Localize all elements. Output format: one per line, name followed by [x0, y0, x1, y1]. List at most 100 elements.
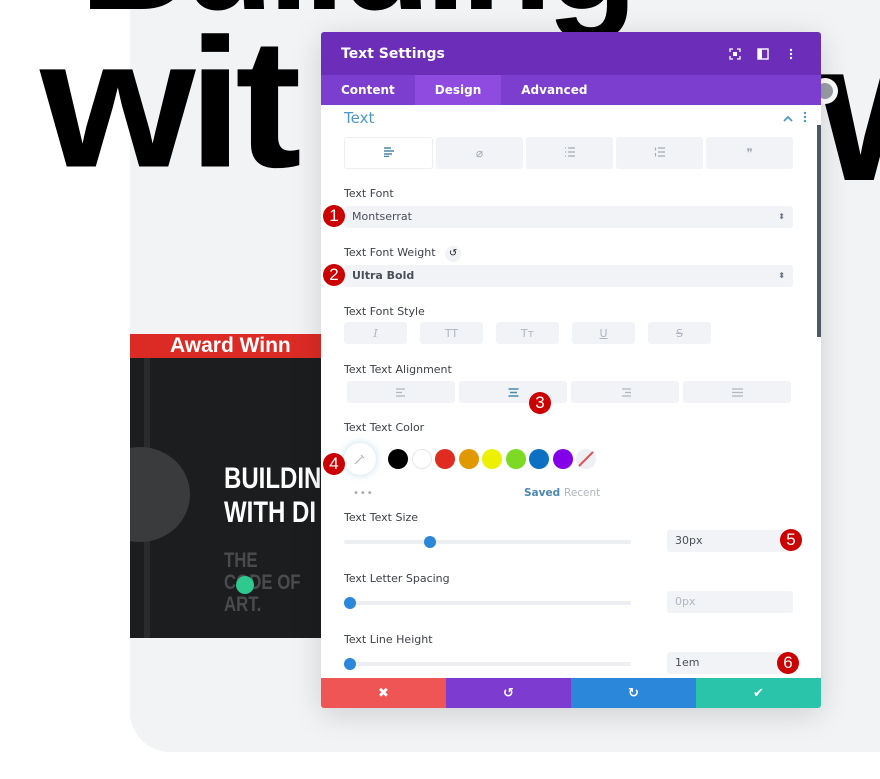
- saved-colors-tab[interactable]: Saved: [524, 487, 560, 499]
- color-swatch[interactable]: [529, 449, 549, 469]
- reset-icon[interactable]: ↺: [445, 246, 462, 262]
- text-size-slider[interactable]: [344, 536, 631, 548]
- slider-handle[interactable]: [424, 536, 437, 548]
- strikethrough-button[interactable]: S: [648, 322, 711, 344]
- modal-tabs: Content Design Advanced: [321, 75, 821, 105]
- paragraph-icon: [383, 146, 395, 160]
- align-center-button[interactable]: [459, 381, 567, 403]
- section-header[interactable]: Text: [344, 107, 807, 129]
- section-title: Text: [344, 109, 375, 127]
- letter-spacing-input[interactable]: 0px: [667, 591, 793, 613]
- align-right-button[interactable]: [571, 381, 679, 403]
- modal-title: Text Settings: [341, 45, 445, 62]
- underline-button[interactable]: U: [572, 322, 635, 344]
- more-vertical-icon[interactable]: [803, 111, 807, 126]
- color-swatch[interactable]: [552, 449, 573, 469]
- focus-icon[interactable]: [725, 44, 745, 64]
- tab-advanced[interactable]: Advanced: [501, 75, 607, 105]
- redo-button[interactable]: ↻: [571, 678, 696, 708]
- book-cover: Award Winn BUILDIN WITH DI THE CODE OF A…: [130, 334, 330, 638]
- tab-design[interactable]: Design: [414, 75, 502, 105]
- alignment-label: Text Text Alignment: [344, 363, 452, 376]
- capitalize-button[interactable]: Tт: [496, 322, 559, 344]
- paragraph-tab[interactable]: [344, 137, 433, 169]
- color-swatch[interactable]: [458, 449, 479, 469]
- italic-button[interactable]: I: [344, 322, 407, 344]
- step-marker-4: 4: [323, 453, 345, 475]
- split-view-icon[interactable]: [753, 44, 773, 64]
- headline: wit: [40, 0, 302, 207]
- undo-button[interactable]: ↺: [446, 678, 571, 708]
- slider-handle[interactable]: [344, 597, 356, 609]
- color-swatch[interactable]: [435, 449, 455, 469]
- text-style-tabs: ⌀ ❞: [344, 137, 793, 169]
- text-color-label: Text Text Color: [344, 421, 425, 434]
- text-size-input[interactable]: 30px: [667, 530, 793, 552]
- font-weight-label-text: Text Font Weight: [344, 246, 436, 259]
- text-settings-modal: Text Settings Content Design Advanced Te…: [321, 32, 821, 708]
- color-swatch[interactable]: [388, 449, 408, 469]
- cancel-button[interactable]: ✖: [321, 678, 446, 708]
- quote-tab[interactable]: ❞: [706, 137, 793, 169]
- select-arrows-icon: ⬍: [778, 212, 785, 221]
- scrollbar[interactable]: [817, 125, 821, 337]
- headline-right: w: [818, 12, 880, 212]
- book-circle: [130, 447, 190, 542]
- text-size-label: Text Text Size: [344, 511, 419, 524]
- font-weight-value: Ultra Bold: [352, 269, 415, 282]
- tab-content[interactable]: Content: [321, 75, 415, 105]
- eyedropper-icon: [354, 454, 365, 465]
- line-height-label: Text Line Height: [344, 633, 433, 646]
- save-button[interactable]: ✔: [696, 678, 821, 708]
- chevron-up-icon[interactable]: [783, 111, 793, 125]
- color-swatch[interactable]: [482, 449, 502, 469]
- uppercase-button[interactable]: TT: [420, 322, 483, 344]
- unordered-list-tab[interactable]: [526, 137, 613, 169]
- page: Building wit w Award Winn BUILDIN WITH D…: [0, 0, 880, 779]
- modal-body: Text ⌀ ❞ Text Font Montserrat ⬍ Text Fon…: [321, 105, 821, 678]
- step-marker-5: 5: [780, 529, 802, 551]
- modal-footer: ✖ ↺ ↻ ✔: [321, 678, 821, 708]
- align-left-icon: [395, 387, 405, 397]
- slider-handle[interactable]: [344, 658, 356, 670]
- line-height-input[interactable]: 1em: [667, 652, 793, 674]
- modal-header: Text Settings: [321, 32, 821, 75]
- font-weight-label: Text Font Weight ↺: [344, 246, 462, 262]
- book-banner: Award Winn: [130, 334, 330, 358]
- quote-icon: ❞: [746, 146, 753, 160]
- color-swatch[interactable]: [411, 449, 432, 469]
- book-dot: [236, 576, 254, 594]
- eyedropper-button[interactable]: [344, 443, 376, 475]
- step-marker-1: 1: [323, 205, 345, 227]
- recent-colors-tab[interactable]: Recent: [564, 487, 600, 499]
- font-style-label: Text Font Style: [344, 305, 425, 318]
- step-marker-3: 3: [529, 392, 551, 414]
- ordered-list-tab[interactable]: [616, 137, 703, 169]
- align-justify-icon: [731, 387, 743, 397]
- no-color-swatch[interactable]: [576, 449, 596, 469]
- font-weight-select[interactable]: Ultra Bold ⬍: [344, 265, 793, 287]
- font-style-buttons: I TT Tт U S: [344, 322, 711, 344]
- alignment-buttons: [347, 381, 791, 403]
- text-font-value: Montserrat: [352, 210, 412, 223]
- line-height-slider[interactable]: [344, 658, 631, 670]
- more-vertical-icon[interactable]: [781, 44, 801, 64]
- color-swatch[interactable]: [505, 449, 526, 469]
- text-font-select[interactable]: Montserrat ⬍: [344, 206, 793, 228]
- letter-spacing-slider[interactable]: [344, 597, 631, 609]
- color-swatches: [388, 449, 576, 469]
- text-font-label: Text Font: [344, 187, 394, 200]
- book-title: BUILDIN WITH DI: [224, 462, 322, 529]
- letter-spacing-label: Text Letter Spacing: [344, 572, 450, 585]
- align-right-icon: [621, 387, 631, 397]
- link-icon: ⌀: [475, 146, 484, 160]
- step-marker-6: 6: [777, 652, 799, 674]
- color-picker-row: [344, 443, 600, 475]
- ordered-list-icon: [654, 146, 666, 160]
- unordered-list-icon: [564, 146, 576, 160]
- align-justify-button[interactable]: [683, 381, 791, 403]
- step-marker-2: 2: [323, 264, 345, 286]
- link-tab[interactable]: ⌀: [436, 137, 523, 169]
- align-left-button[interactable]: [347, 381, 455, 403]
- more-colors-button[interactable]: •••: [353, 488, 374, 499]
